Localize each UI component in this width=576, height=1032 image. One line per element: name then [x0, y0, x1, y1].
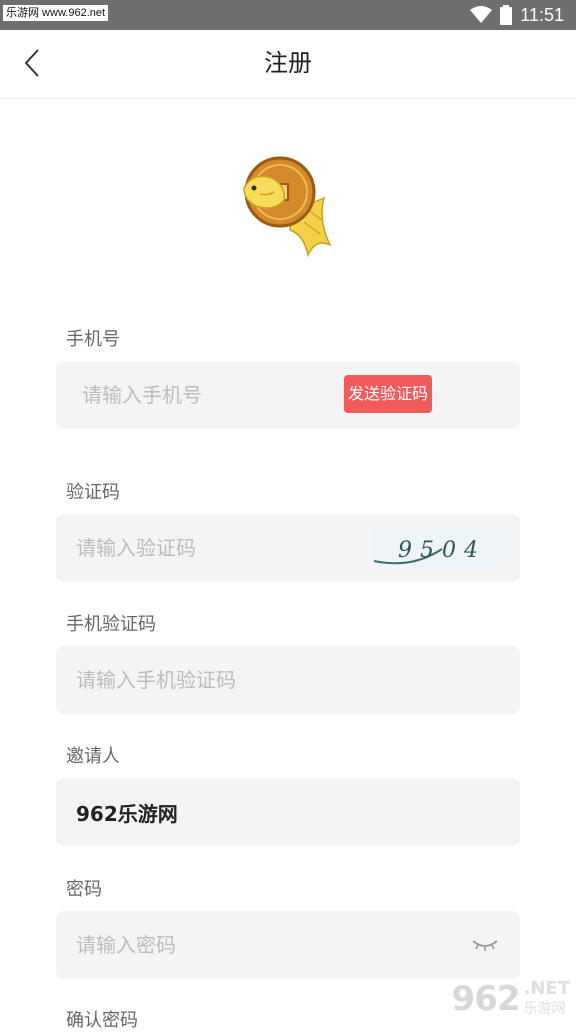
golden-carp-coin-logo	[238, 150, 338, 262]
phone-label: 手机号	[66, 329, 120, 350]
sms-code-input[interactable]	[76, 646, 346, 714]
sms-code-field-box	[56, 646, 520, 714]
watermark-number: 962	[451, 979, 521, 1019]
status-bar: 乐游网 www.962.net 11:51	[0, 0, 576, 30]
password-label: 密码	[66, 879, 102, 900]
page-title: 注册	[264, 49, 312, 77]
password-field-box	[56, 911, 520, 979]
captcha-text: 9504	[398, 538, 486, 563]
status-icons: 11:51	[470, 0, 564, 30]
phone-field-box: 发送验证码	[56, 361, 520, 429]
phone-input[interactable]	[82, 361, 352, 429]
watermark-962: 962 .NET 乐游网	[452, 974, 570, 1024]
watermark-name: 乐游网	[523, 1001, 566, 1017]
battery-icon	[500, 5, 513, 25]
nav-bar: 注册	[0, 30, 576, 99]
wifi-icon	[470, 6, 493, 24]
eye-closed-icon[interactable]	[470, 933, 500, 957]
status-time: 11:51	[520, 4, 564, 25]
password-input[interactable]	[76, 911, 346, 979]
inviter-field-box	[56, 778, 520, 846]
captcha-input[interactable]	[76, 514, 346, 582]
captcha-image[interactable]: 9504	[372, 527, 504, 569]
inviter-input[interactable]	[76, 778, 346, 846]
captcha-label: 验证码	[66, 482, 120, 503]
inviter-label: 邀请人	[66, 746, 120, 767]
send-code-button[interactable]: 发送验证码	[343, 375, 432, 413]
confirm-password-label: 确认密码	[66, 1010, 138, 1031]
sms-code-label: 手机验证码	[66, 614, 156, 635]
captcha-field-box: 9504	[56, 514, 520, 582]
watermark-text: .NET 乐游网	[524, 980, 570, 1018]
status-watermark: 乐游网 www.962.net	[3, 5, 109, 21]
watermark-net: .NET	[523, 978, 570, 999]
